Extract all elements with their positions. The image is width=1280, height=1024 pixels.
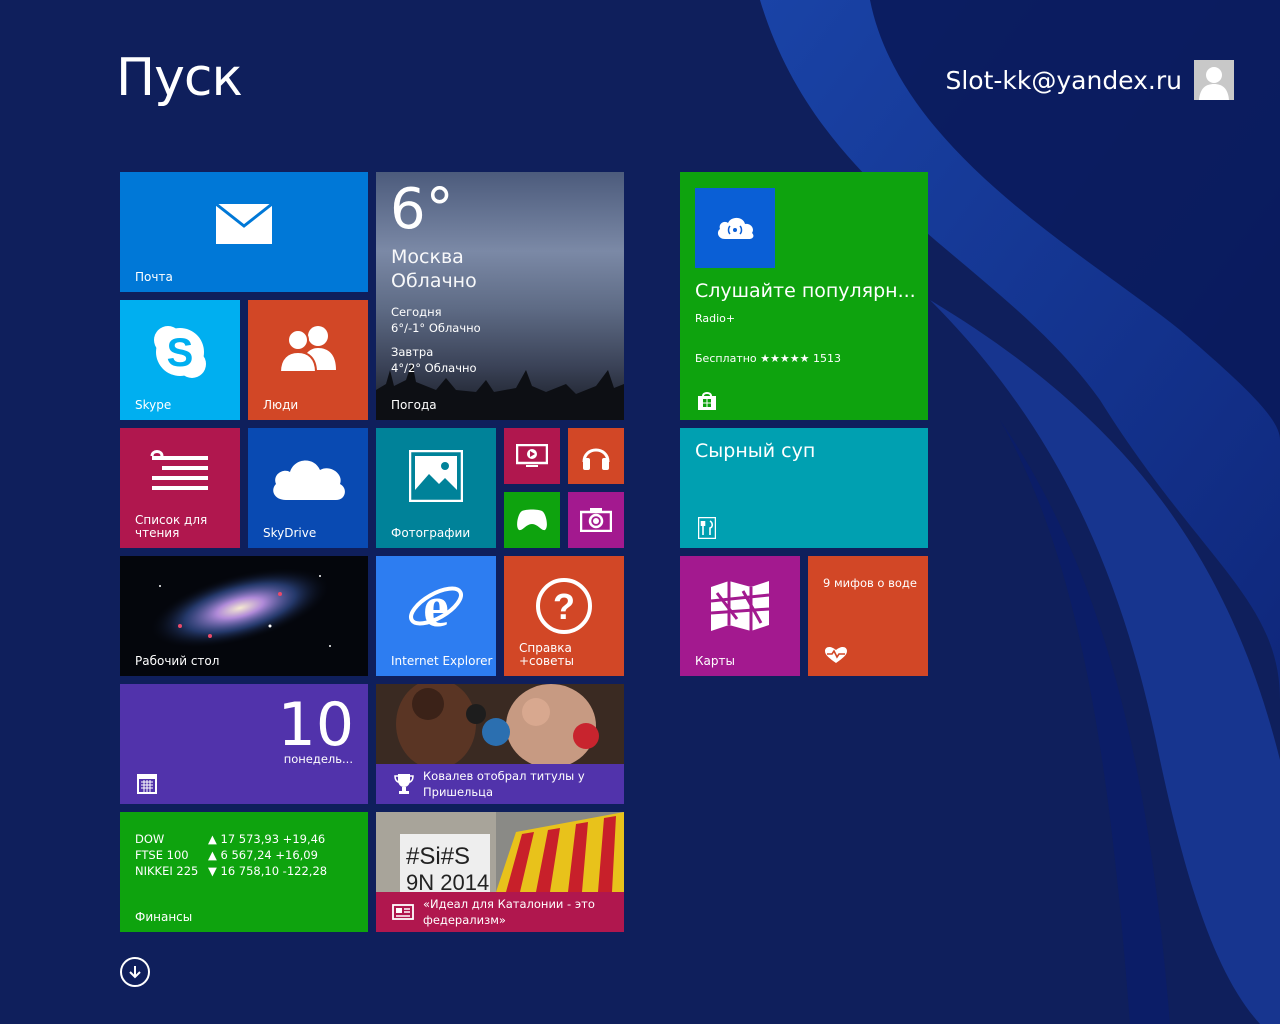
tile-news[interactable]: #Si#S 9N 2014 «Идеал для Каталонии - это… [376, 812, 624, 932]
tile-photos[interactable]: Фотографии [376, 428, 496, 548]
video-icon [516, 444, 548, 467]
page-title: Пуск [116, 48, 243, 108]
tile-games[interactable] [504, 492, 560, 548]
svg-text:?: ? [553, 586, 575, 627]
tile-store-radio[interactable]: Слушайте популярн... Radio+ Бесплатно ★★… [680, 172, 928, 420]
trophy-icon [394, 774, 414, 794]
finance-index-value: ▲ 6 567,24 +16,09 [208, 848, 318, 862]
food-title: Сырный суп [695, 440, 816, 462]
sport-headline: Ковалев отобрал титулы у Пришельца [423, 769, 585, 799]
gamepad-icon [517, 509, 547, 531]
tile-skydrive[interactable]: SkyDrive [248, 428, 368, 548]
weather-tomorrow-value: 4°/2° Облачно [391, 361, 477, 375]
headphones-icon [582, 448, 610, 470]
arrow-down-icon [129, 966, 141, 979]
envelope-icon [216, 204, 272, 244]
svg-text:#Si#S: #Si#S [406, 843, 470, 870]
all-apps-button[interactable] [120, 957, 150, 987]
tile-mail-label: Почта [135, 270, 173, 284]
tile-maps[interactable]: Карты [680, 556, 800, 676]
tile-people-label: Люди [263, 398, 299, 412]
newspaper-icon [392, 904, 414, 920]
map-icon [710, 581, 770, 631]
calendar-date-number: 10 [277, 690, 354, 760]
tile-weather[interactable]: 6° Москва Облачно Сегодня 6°/-1° Облачно… [376, 172, 624, 420]
svg-text:9N 2014: 9N 2014 [406, 870, 489, 892]
tile-people[interactable]: Люди [248, 300, 368, 420]
people-icon [278, 326, 336, 372]
tile-maps-label: Карты [695, 654, 735, 668]
svg-text:S: S [167, 331, 194, 375]
finance-index-name: FTSE 100 [135, 848, 189, 862]
cloud-icon [273, 460, 345, 500]
reading-list-icon [150, 450, 208, 490]
calendar-icon [137, 774, 157, 794]
finance-index-name: NIKKEI 225 [135, 864, 199, 878]
finance-index-value: ▼ 16 758,10 -122,28 [208, 864, 328, 878]
finance-index-name: DOW [135, 832, 165, 846]
tile-finance-label: Финансы [135, 910, 193, 924]
tile-reading-list[interactable]: Список для чтения [120, 428, 240, 548]
user-silhouette-icon [1194, 60, 1234, 100]
calendar-day-name: понедель... [283, 752, 353, 766]
camera-icon [580, 508, 612, 532]
tile-reading-label: Список для чтения [135, 513, 208, 540]
boxing-photo [376, 684, 624, 764]
weather-temperature: 6° [390, 177, 454, 242]
tile-help-label: Справка +советы [519, 641, 574, 668]
tile-skype[interactable]: S Skype [120, 300, 240, 420]
tile-internet-explorer[interactable]: e Internet Explorer [376, 556, 496, 676]
tile-camera[interactable] [568, 492, 624, 548]
weather-city-name: Москва [391, 246, 464, 268]
tile-skype-label: Skype [135, 398, 172, 412]
news-headline: «Идеал для Каталонии - это федерализм» [423, 897, 595, 927]
tile-food[interactable]: Сырный суп [680, 428, 928, 548]
radio-title: Слушайте популярн... [695, 280, 916, 302]
tile-photos-label: Фотографии [391, 526, 471, 540]
tile-sport[interactable]: Ковалев отобрал титулы у Пришельца [376, 684, 624, 804]
tile-skydrive-label: SkyDrive [263, 526, 317, 540]
heart-pulse-icon [825, 647, 847, 663]
finance-index-value: ▲ 17 573,93 +19,46 [208, 832, 326, 846]
tile-music[interactable] [568, 428, 624, 484]
internet-explorer-icon: e [409, 576, 463, 636]
finance-row: FTSE 100 ▲ 6 567,24 +16,09 [135, 848, 318, 862]
health-title: 9 мифов о воде [823, 576, 917, 590]
finance-row: DOW ▲ 17 573,93 +19,46 [135, 832, 325, 846]
weather-city: Москва Облачно [391, 245, 477, 293]
tile-weather-label: Погода [391, 398, 437, 412]
photo-icon [409, 450, 463, 502]
weather-today-value: 6°/-1° Облачно [391, 321, 481, 335]
tile-calendar[interactable]: 10 понедель... [120, 684, 368, 804]
avatar[interactable] [1194, 60, 1234, 100]
skype-icon: S [154, 326, 206, 378]
radio-subtitle: Radio+ [695, 312, 736, 325]
weather-condition: Облачно [391, 270, 477, 292]
tile-finance[interactable]: DOW ▲ 17 573,93 +19,46 FTSE 100 ▲ 6 567,… [120, 812, 368, 932]
news-photo: #Si#S 9N 2014 [376, 812, 624, 892]
radio-rating: Бесплатно ★★★★★ 1513 [695, 352, 841, 365]
store-icon [698, 392, 716, 410]
svg-text:e: e [423, 576, 449, 636]
tile-help[interactable]: ? Справка +советы [504, 556, 624, 676]
user-name: Slot-kk@yandex.ru [945, 65, 1182, 95]
radio-cloud-icon [717, 217, 754, 239]
tile-ie-label: Internet Explorer [391, 654, 493, 668]
question-icon: ? [536, 578, 592, 634]
tile-desktop-label: Рабочий стол [135, 654, 220, 668]
weather-tomorrow-label: Завтра [391, 345, 434, 359]
finance-row: NIKKEI 225 ▼ 16 758,10 -122,28 [135, 864, 327, 878]
user-account[interactable]: Slot-kk@yandex.ru [945, 60, 1234, 100]
tile-desktop[interactable]: Рабочий стол [120, 556, 368, 676]
weather-today-label: Сегодня [391, 305, 442, 319]
tile-mail[interactable]: Почта [120, 172, 368, 292]
cutlery-icon [698, 517, 716, 539]
radio-app-logo [695, 188, 775, 268]
tile-video[interactable] [504, 428, 560, 484]
tile-health[interactable]: 9 мифов о воде [808, 556, 928, 676]
